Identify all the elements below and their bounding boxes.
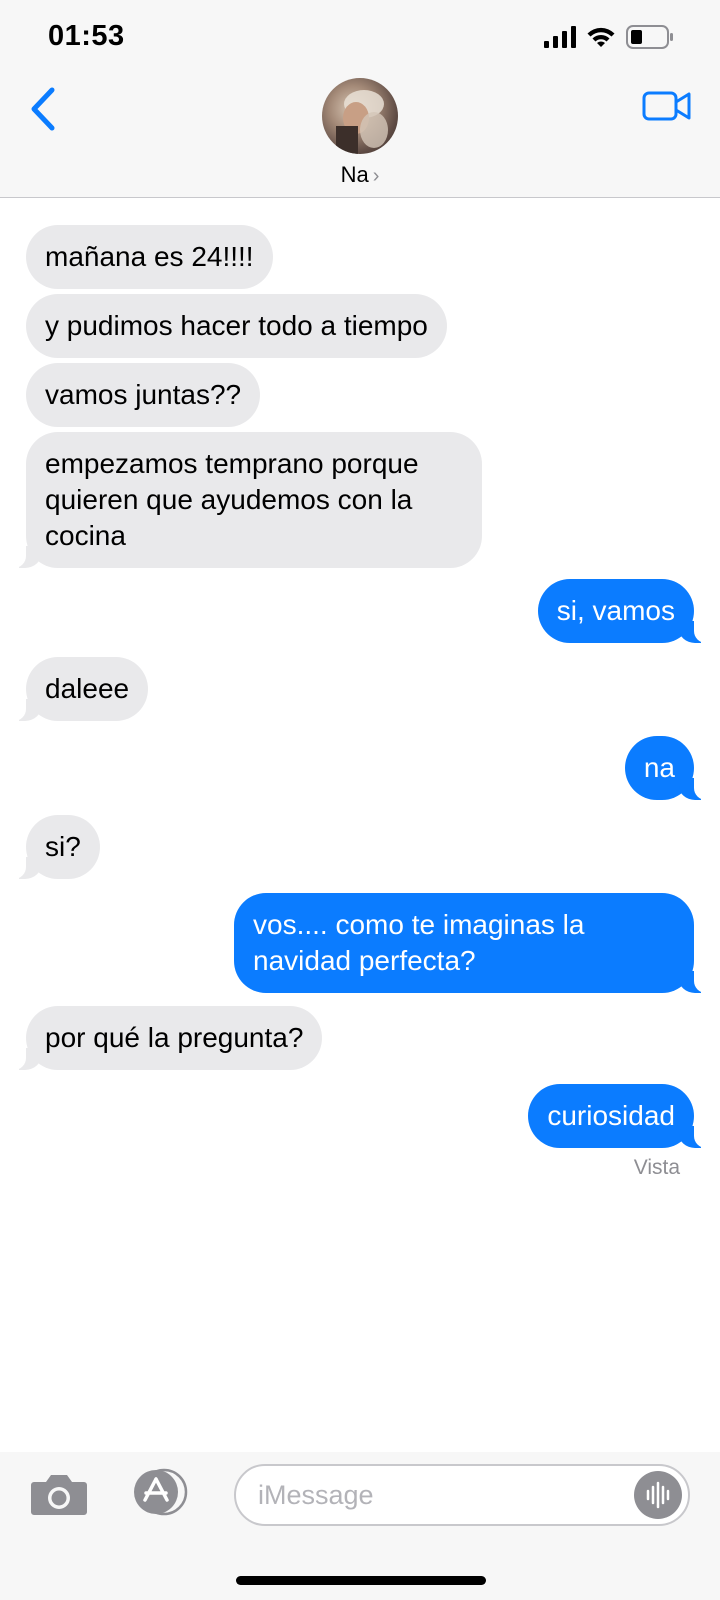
- video-camera-icon: [642, 91, 691, 121]
- contact-name: Na: [340, 162, 369, 187]
- contact-avatar[interactable]: [322, 78, 398, 154]
- cellular-signal-icon: [544, 26, 576, 48]
- video-call-button[interactable]: [642, 86, 692, 126]
- message-thread[interactable]: mañana es 24!!!! y pudimos hacer todo a …: [0, 198, 720, 1452]
- message-bubble-incoming[interactable]: empezamos temprano porque quieren que ay…: [8, 432, 482, 568]
- audio-message-button[interactable]: [634, 1471, 682, 1519]
- message-bubble-outgoing[interactable]: vos.... como te imaginas la navidad perf…: [234, 893, 712, 993]
- back-button[interactable]: [22, 84, 66, 134]
- message-bubble-outgoing[interactable]: si, vamos: [537, 579, 713, 643]
- message-placeholder: iMessage: [258, 1480, 374, 1510]
- battery-icon: [626, 25, 673, 49]
- message-composer: iMessage: [0, 1452, 720, 1600]
- imessage-input[interactable]: iMessage: [234, 1464, 690, 1526]
- camera-button[interactable]: [30, 1470, 88, 1516]
- message-bubble-incoming[interactable]: daleee: [7, 657, 149, 721]
- status-time: 01:53: [48, 20, 125, 52]
- message-bubble-incoming[interactable]: mañana es 24!!!!: [26, 225, 273, 289]
- message-bubble-incoming[interactable]: por qué la pregunta?: [7, 1006, 323, 1070]
- contact-name-button[interactable]: Na ›: [0, 162, 720, 188]
- message-bubble-outgoing[interactable]: curiosidad: [528, 1084, 712, 1148]
- avatar-photo: [336, 90, 388, 154]
- home-indicator[interactable]: [236, 1576, 486, 1585]
- status-bar: 01:53: [0, 0, 720, 76]
- message-bubble-incoming[interactable]: si?: [8, 815, 100, 879]
- app-store-button[interactable]: [126, 1468, 194, 1516]
- camera-icon: [31, 1475, 87, 1515]
- audio-waveform-icon: [646, 1481, 670, 1509]
- app-store-icon: [134, 1468, 188, 1516]
- chevron-right-icon: ›: [372, 165, 380, 187]
- read-receipt: Vista: [633, 1156, 680, 1179]
- chevron-left-icon: [31, 87, 55, 131]
- message-bubble-incoming[interactable]: vamos juntas??: [26, 363, 261, 427]
- wifi-icon: [587, 27, 615, 47]
- conversation-header: Na ›: [0, 76, 720, 198]
- message-bubble-incoming[interactable]: y pudimos hacer todo a tiempo: [26, 294, 447, 358]
- status-icons: [544, 24, 674, 50]
- message-bubble-outgoing[interactable]: na: [624, 736, 713, 800]
